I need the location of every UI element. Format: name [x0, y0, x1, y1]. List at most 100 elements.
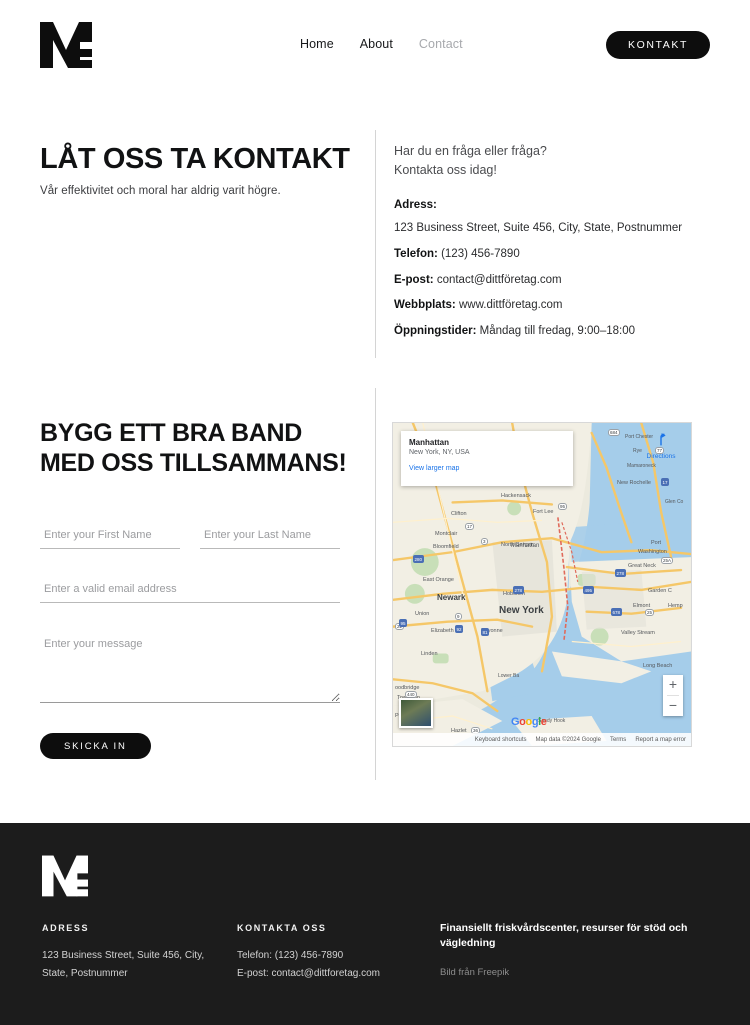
map-zoom-controls[interactable]: + −	[663, 675, 683, 716]
logo-m-icon	[40, 22, 92, 68]
hours-row: Öppningstider: Måndag till fredag, 9:00–…	[394, 323, 714, 340]
map-interstate-shield: 17	[661, 478, 670, 486]
map-place-label: North Bergen	[501, 542, 534, 548]
view-larger-map-link[interactable]: View larger map	[409, 465, 565, 472]
map-route-shield: 9	[455, 613, 462, 620]
map-place-label: Union	[415, 611, 430, 617]
contact-lead-line1: Har du en fråga eller fråga?	[394, 144, 547, 158]
map-interstate-shield: 278	[615, 569, 626, 577]
logo[interactable]	[40, 22, 92, 68]
footer-address-line1: 123 Business Street, Suite 456, City,	[42, 950, 205, 961]
email-value: contact@dittföretag.com	[436, 273, 562, 286]
address-value: 123 Business Street, Suite 456, City, St…	[394, 222, 683, 235]
website-label: Webbplats:	[394, 299, 456, 312]
map-interstate-shield: 81	[481, 628, 490, 636]
map-route-shield: 25A	[661, 557, 674, 564]
nav-item-home[interactable]: Home	[300, 37, 334, 51]
map-interstate-shield: 678	[611, 608, 622, 616]
page-root: Home About Contact KONTAKT LÅT OSS TA KO…	[0, 0, 750, 1025]
google-map[interactable]: Manhattan New York, NY, USA View larger …	[392, 422, 692, 747]
nav-item-contact[interactable]: Contact	[419, 37, 463, 51]
address-label: Adress:	[394, 198, 437, 211]
page-title: LÅT OSS TA KONTAKT	[40, 143, 350, 175]
map-route-shield: 684	[608, 429, 620, 436]
credit-prefix: Bild från	[440, 967, 478, 979]
hours-value: Måndag till fredag, 9:00–18:00	[479, 325, 635, 338]
name-row	[40, 525, 340, 549]
footer-address-title: ADRESS	[42, 923, 90, 933]
footer-address-body: 123 Business Street, Suite 456, City, St…	[42, 947, 222, 982]
footer-image-credit: Bild från Freepik	[440, 967, 725, 978]
phone-row: Telefon: (123) 456-7890	[394, 246, 714, 263]
report-error-link[interactable]: Report a map error	[635, 737, 686, 743]
map-place-label: Fort Lee	[533, 509, 554, 515]
submit-button[interactable]: SKICKA IN	[40, 733, 151, 759]
footer-email: E-post: contact@dittforetag.com	[237, 967, 380, 979]
website-value: www.dittföretag.com	[458, 299, 563, 312]
footer-col-tagline: Finansiellt friskvårdscenter, resurser f…	[440, 921, 725, 978]
address-value-row: 123 Business Street, Suite 456, City, St…	[394, 220, 714, 237]
credit-source[interactable]: Freepik	[478, 967, 510, 978]
map-interstate-shield: 92	[455, 625, 464, 633]
last-name-input[interactable]	[200, 525, 340, 549]
map-place-label: Hemp	[668, 603, 683, 609]
map-route-shield: 17	[465, 523, 475, 530]
map-place-label: Glen Co	[665, 499, 684, 505]
map-interstate-shield: 95	[399, 619, 408, 627]
footer-logo-m-icon	[42, 855, 88, 897]
terms-link[interactable]: Terms	[610, 737, 626, 743]
message-textarea[interactable]	[40, 633, 340, 703]
map-data-text: Map data ©2024 Google	[535, 736, 601, 743]
section-divider	[375, 130, 376, 358]
map-place-label: Elizabeth	[431, 628, 454, 634]
contact-details: Har du en fråga eller fråga? Kontakta os…	[394, 142, 714, 349]
map-place-label: Long Beach	[643, 663, 673, 669]
map-route-shield: 440	[405, 691, 417, 698]
footer-col-contact: KONTAKTA OSS Telefon: (123) 456-7890 E-p…	[237, 923, 437, 982]
map-place-label: New York	[499, 605, 544, 616]
kontakt-cta-button[interactable]: KONTAKT	[605, 31, 710, 59]
map-place-label: Newark	[437, 593, 466, 602]
first-name-input[interactable]	[40, 525, 180, 549]
streetview-thumbnail[interactable]	[399, 698, 433, 728]
site-header: Home About Contact KONTAKT	[0, 0, 750, 90]
zoom-in-button[interactable]: +	[663, 675, 683, 695]
map-place-label: Linden	[421, 651, 438, 657]
map-route-shield: 3	[481, 538, 488, 545]
email-label: E-post:	[394, 273, 434, 286]
contact-lead-line2: Kontakta oss idag!	[394, 163, 497, 178]
keyboard-shortcuts-link[interactable]: Keyboard shortcuts	[475, 737, 527, 743]
google-logo: Google	[511, 716, 547, 728]
footer-contact-body: Telefon: (123) 456-7890 E-post: contact@…	[237, 947, 437, 982]
address-label-row: Adress:	[394, 197, 714, 214]
phone-label: Telefon:	[394, 248, 438, 261]
map-info-card[interactable]: Manhattan New York, NY, USA View larger …	[401, 431, 573, 486]
map-place-label: Valley Stream	[621, 630, 655, 636]
map-place-label: Montclair	[435, 531, 458, 537]
map-place-label: Great Neck	[628, 563, 656, 569]
map-attribution-bar: Keyboard shortcuts Map data ©2024 Google…	[393, 733, 691, 746]
phone-value: (123) 456-7890	[441, 248, 520, 261]
hours-label: Öppningstider:	[394, 325, 477, 338]
map-route-shield: 25	[645, 609, 655, 616]
footer-address-line2: State, Postnummer	[42, 967, 128, 979]
footer-phone: Telefon: (123) 456-7890	[237, 950, 344, 961]
email-input[interactable]	[40, 579, 340, 603]
map-card-title: Manhattan	[409, 438, 449, 447]
map-place-label: Clifton	[451, 511, 467, 517]
contact-section: LÅT OSS TA KONTAKT Vår effektivitet och …	[0, 120, 750, 370]
site-footer: ADRESS 123 Business Street, Suite 456, C…	[0, 823, 750, 1025]
form-heading: BYGG ETT BRA BAND MED OSS TILLSAMMANS!	[40, 419, 347, 477]
map-directions-button[interactable]: Directions	[639, 432, 683, 460]
contact-lead: Har du en fråga eller fråga? Kontakta os…	[394, 142, 714, 181]
email-row: E-post: contact@dittföretag.com	[394, 272, 714, 289]
zoom-out-button[interactable]: −	[663, 696, 683, 716]
footer-col-address: ADRESS 123 Business Street, Suite 456, C…	[42, 923, 222, 982]
contact-form: SKICKA IN	[40, 525, 340, 759]
map-interstate-shield: 495	[583, 586, 594, 594]
nav-item-about[interactable]: About	[360, 37, 393, 51]
website-row: Webbplats: www.dittföretag.com	[394, 297, 714, 314]
map-place-label: Hackensack	[501, 493, 531, 499]
footer-logo[interactable]	[42, 855, 88, 902]
map-place-label: East Orange	[423, 577, 454, 583]
